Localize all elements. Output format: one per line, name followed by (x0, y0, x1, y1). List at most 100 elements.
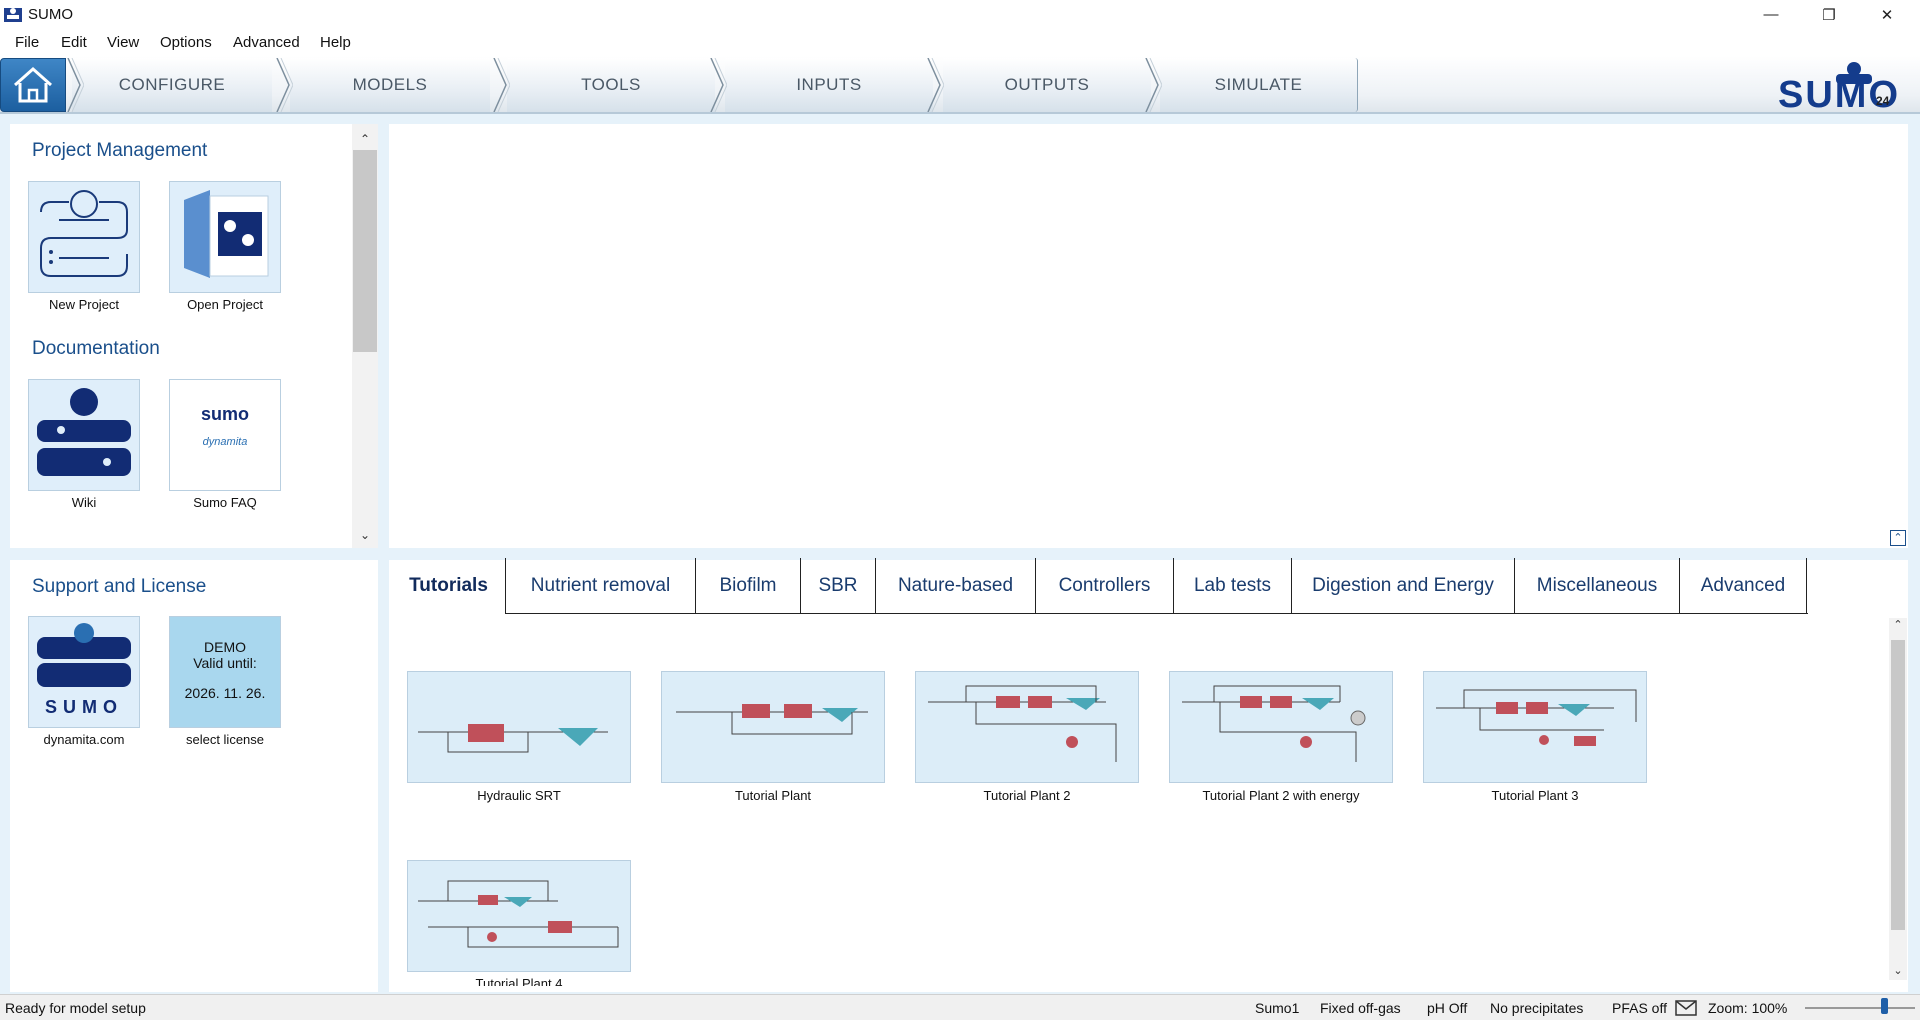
license-tile[interactable]: DEMO Valid until: 2026. 11. 26. (169, 616, 281, 728)
open-project-label: Open Project (187, 297, 263, 312)
home-button[interactable] (0, 58, 66, 112)
menu-options[interactable]: Options (160, 34, 212, 51)
status-offgas: Fixed off-gas (1320, 1000, 1401, 1016)
home-icon (14, 66, 52, 103)
chevron-separator-icon (1145, 58, 1162, 112)
tutorial-label: Tutorial Plant (734, 788, 812, 803)
tab-tutorials[interactable]: Tutorials (392, 558, 506, 614)
tab-biofilm[interactable]: Biofilm (696, 558, 801, 614)
flowsheet-thumbnail-icon (418, 880, 619, 948)
sumo-logo: SUMO 24 (1778, 60, 1910, 116)
select-license-label: select license (185, 732, 265, 747)
open-project-tile[interactable] (169, 181, 281, 293)
close-button[interactable]: ✕ (1858, 0, 1916, 29)
license-demo: DEMO (204, 639, 246, 655)
faq-logo-text: sumo (200, 404, 249, 424)
tutorial-hydraulic-srt[interactable] (407, 671, 631, 783)
sumo-faq-label: Sumo FAQ (193, 495, 257, 510)
tab-controllers[interactable]: Controllers (1036, 558, 1174, 614)
scroll-up-icon[interactable]: ⌃ (1889, 618, 1907, 632)
tutorial-label: Tutorial Plant 3 (1491, 788, 1579, 803)
sumo-version: 24 (1876, 94, 1890, 108)
project-management-title: Project Management (32, 140, 208, 161)
wiki-label: Wiki (71, 495, 97, 510)
status-ph: pH Off (1427, 1000, 1468, 1016)
expand-up-icon[interactable]: ⌃ (1890, 530, 1906, 546)
new-project-icon (40, 190, 128, 277)
new-project-tile[interactable] (28, 181, 140, 293)
faq-dynamita-text: dynamita (202, 436, 248, 448)
mail-icon[interactable] (1675, 1000, 1697, 1016)
tutorial-plant-2[interactable] (915, 671, 1139, 783)
restore-button[interactable]: ❐ (1800, 0, 1858, 29)
dynamita-logo-text: SUMO (45, 697, 123, 717)
menu-bar: File Edit View Options Advanced Help (0, 29, 1920, 56)
chevron-separator-icon (67, 58, 84, 112)
flowsheet-thumbnail-icon (1182, 685, 1366, 762)
library-scrollbar[interactable]: ⌃ ⌄ (1889, 618, 1907, 980)
tab-advanced[interactable]: Advanced (1680, 558, 1807, 614)
restore-icon: ❐ (1822, 6, 1836, 24)
support-license-title: Support and License (32, 576, 207, 597)
zoom-slider-thumb[interactable] (1881, 998, 1889, 1014)
scroll-thumb[interactable] (1891, 640, 1905, 930)
flowsheet-area[interactable] (389, 124, 1908, 548)
documentation-title: Documentation (32, 338, 160, 359)
status-pfas: PFAS off (1612, 1000, 1667, 1016)
tab-outputs[interactable]: OUTPUTS (943, 58, 1151, 112)
new-project-label: New Project (48, 297, 120, 312)
zoom-slider[interactable] (1805, 1007, 1915, 1009)
tab-digestion-energy[interactable]: Digestion and Energy (1292, 558, 1515, 614)
flowsheet-thumbnail-icon (418, 724, 608, 753)
menu-help[interactable]: Help (320, 34, 351, 51)
tab-tools[interactable]: TOOLS (507, 58, 715, 112)
window-title: SUMO (28, 6, 73, 23)
tab-sbr[interactable]: SBR (801, 558, 876, 614)
chevron-separator-icon (276, 58, 293, 112)
minimize-icon: — (1763, 6, 1779, 23)
menu-edit[interactable]: Edit (61, 34, 87, 51)
menu-view[interactable]: View (107, 34, 139, 51)
chevron-separator-icon (493, 58, 510, 112)
title-bar (0, 0, 1920, 29)
flowsheet-thumbnail-icon (928, 685, 1117, 762)
status-zoom: Zoom: 100% (1708, 1000, 1788, 1016)
license-valid-label: Valid until: (193, 655, 257, 671)
tab-nutrient-removal[interactable]: Nutrient removal (506, 558, 696, 614)
menu-advanced[interactable]: Advanced (233, 34, 300, 51)
tutorial-label: Tutorial Plant 2 (983, 788, 1071, 803)
tab-models[interactable]: MODELS (290, 58, 490, 112)
tutorial-label-clip: Tutorial Plant 4 (389, 976, 649, 986)
tutorial-plant-2-energy[interactable] (1169, 671, 1393, 783)
tutorial-label: Tutorial Plant 2 with energy (1202, 788, 1360, 803)
tutorial-label: Tutorial Plant 4 (475, 976, 563, 986)
scroll-thumb[interactable] (353, 150, 377, 352)
tab-inputs[interactable]: INPUTS (725, 58, 933, 112)
scroll-down-icon[interactable]: ⌄ (352, 528, 378, 544)
tutorial-plant-3[interactable] (1423, 671, 1647, 783)
minimize-button[interactable]: — (1742, 0, 1800, 29)
wiki-icon (37, 388, 131, 476)
tab-miscellaneous[interactable]: Miscellaneous (1515, 558, 1680, 614)
wiki-tile[interactable] (28, 379, 140, 491)
status-message: Ready for model setup (5, 1000, 146, 1016)
tutorial-plant-4[interactable] (407, 860, 631, 972)
open-folder-icon (184, 190, 269, 278)
dynamita-tile[interactable]: SUMO (28, 616, 140, 728)
status-precipitates: No precipitates (1490, 1000, 1584, 1016)
scroll-up-icon[interactable]: ⌃ (352, 132, 378, 148)
tab-simulate[interactable]: SIMULATE (1160, 58, 1358, 112)
close-icon: ✕ (1880, 6, 1894, 24)
tab-lab-tests[interactable]: Lab tests (1174, 558, 1292, 614)
project-panel-scrollbar[interactable]: ⌃ ⌄ (352, 124, 378, 548)
sumo-faq-tile[interactable]: sumo dynamita (169, 379, 281, 491)
sumo-app-icon (4, 8, 22, 22)
menu-file[interactable]: File (15, 34, 39, 51)
chevron-separator-icon (710, 58, 727, 112)
tutorial-plant[interactable] (661, 671, 885, 783)
tab-configure[interactable]: CONFIGURE (72, 58, 272, 112)
tab-nature-based[interactable]: Nature-based (876, 558, 1036, 614)
flowsheet-thumbnail-icon (676, 704, 868, 735)
scroll-down-icon[interactable]: ⌄ (1889, 964, 1907, 978)
license-date: 2026. 11. 26. (184, 685, 266, 701)
